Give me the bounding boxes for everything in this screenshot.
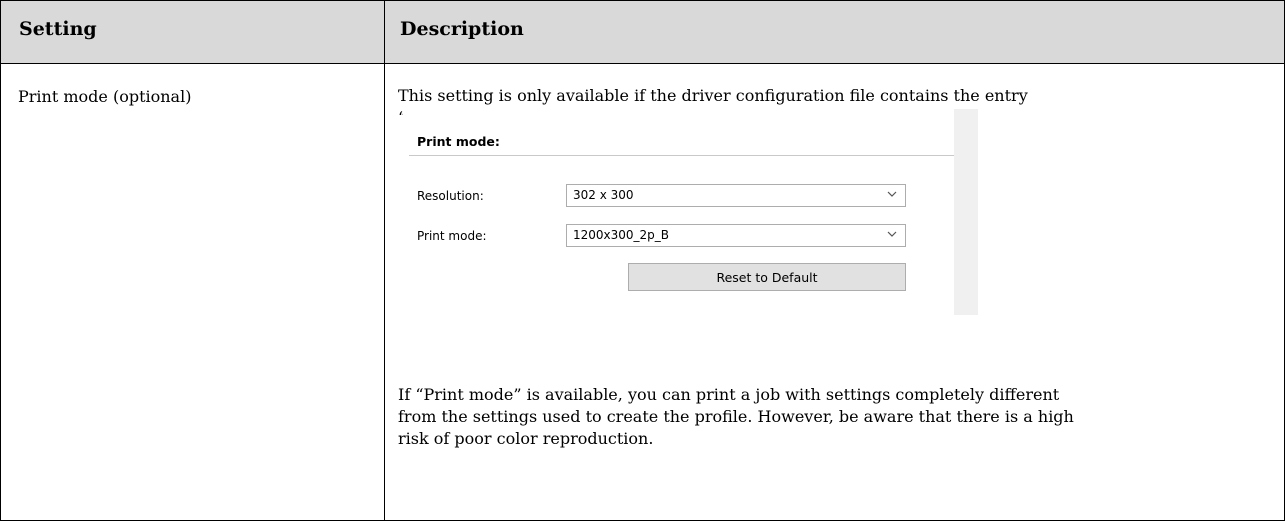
header-setting: Setting — [19, 18, 97, 40]
chevron-down-icon — [887, 231, 897, 237]
description-line: This setting is only available if the dr… — [398, 86, 1028, 105]
header-description: Description — [400, 18, 524, 40]
description-line: If “Print mode” is available, you can pr… — [398, 385, 1060, 404]
description-line: risk of poor color reproduction. — [398, 429, 654, 448]
settings-table: Setting Description Print mode (optional… — [0, 0, 1285, 521]
column-divider — [384, 1, 385, 65]
resolution-select[interactable]: 302 x 300 — [566, 184, 906, 207]
group-separator — [409, 155, 954, 156]
table-header-row: Setting Description — [0, 0, 1285, 65]
print-mode-value: 1200x300_2p_B — [573, 228, 670, 242]
reset-to-default-button[interactable]: Reset to Default — [628, 263, 906, 291]
print-mode-label: Print mode: — [417, 229, 487, 243]
column-divider — [384, 64, 385, 520]
group-title: Print mode: — [417, 134, 500, 149]
print-mode-select[interactable]: 1200x300_2p_B — [566, 224, 906, 247]
description-paragraph-2: If “Print mode” is available, you can pr… — [398, 384, 1258, 450]
resolution-value: 302 x 300 — [573, 188, 634, 202]
description-line: from the settings used to create the pro… — [398, 407, 1074, 426]
print-mode-dialog-screenshot: Print mode: Resolution: 302 x 300 Print … — [403, 109, 978, 315]
chevron-down-icon — [887, 191, 897, 197]
dialog-panel: Print mode: Resolution: 302 x 300 Print … — [403, 109, 954, 315]
resolution-label: Resolution: — [417, 189, 484, 203]
setting-name: Print mode (optional) — [18, 87, 192, 106]
